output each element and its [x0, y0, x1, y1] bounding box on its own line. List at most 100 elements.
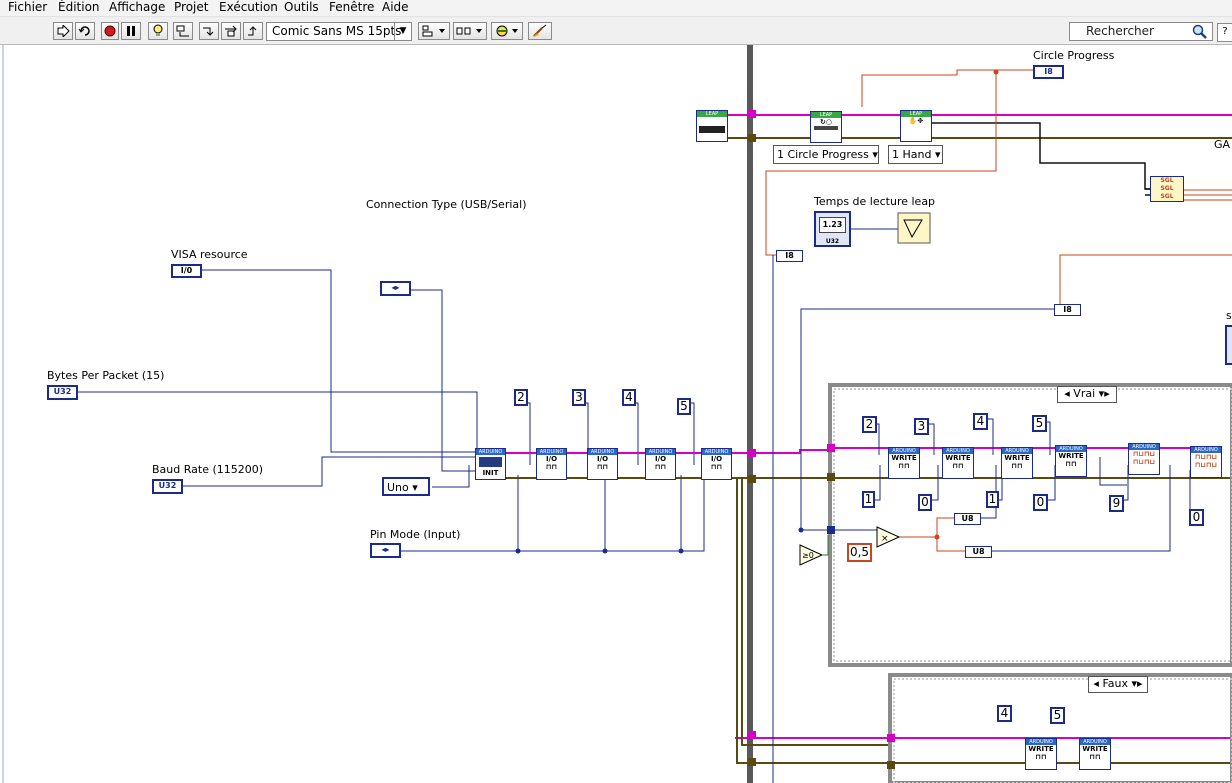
- clean-up-diagram-button[interactable]: [528, 22, 552, 40]
- pause-icon: [127, 26, 135, 36]
- arduino-init-vi[interactable]: ARDUINO INIT: [475, 448, 506, 480]
- align-objects-button[interactable]: [418, 22, 450, 40]
- menu-affichage[interactable]: Affichage: [109, 0, 165, 15]
- pin-constant-3[interactable]: 3: [572, 389, 586, 406]
- arduino-write-vi-false-2[interactable]: ARDUINO WRITE ⊓⊓: [1079, 738, 1111, 770]
- frame-separator: [747, 45, 753, 783]
- case-frame-false: [888, 673, 1232, 783]
- arduino-io-vi-4[interactable]: ARDUINO I/O ⊓⊓: [701, 448, 732, 480]
- arduino-pwm-vi-2[interactable]: ARDUINO ⊓⊔⊓⊔ ⊓⊔⊓⊔: [1190, 446, 1222, 478]
- wire-layer: × ≥0: [2, 45, 1232, 783]
- partial-indicator: [1225, 325, 1232, 365]
- visa-resource-label: VISA resource: [171, 248, 248, 261]
- visa-resource-control[interactable]: I/0: [171, 264, 202, 278]
- case-frame-true: [828, 383, 1232, 667]
- menu-execution[interactable]: Exécution: [219, 0, 278, 15]
- menu-fichier[interactable]: Fichier: [8, 0, 47, 15]
- hand-ring[interactable]: 1 Hand ▾: [888, 145, 943, 164]
- write-pin-5[interactable]: 5: [1032, 415, 1047, 432]
- arduino-write-vi-3[interactable]: ARDUINO WRITE ⊓⊓: [1001, 447, 1033, 479]
- constant-nine[interactable]: 9: [1109, 495, 1124, 512]
- run-button[interactable]: [53, 22, 73, 40]
- bytes-per-packet-control[interactable]: U32: [47, 385, 78, 400]
- pin-constant-5[interactable]: 5: [677, 398, 691, 415]
- highlight-execution-button[interactable]: [148, 22, 168, 40]
- constant-zero[interactable]: 0: [1189, 509, 1204, 526]
- chevron-down-icon: ▾: [872, 148, 878, 161]
- constant-half[interactable]: 0,5: [847, 543, 872, 562]
- leap-open-vi[interactable]: LEAP: [696, 110, 728, 142]
- arduino-write-vi-1[interactable]: ARDUINO WRITE ⊓⊓: [888, 447, 920, 479]
- pin-mode-control[interactable]: ◂▸: [370, 543, 401, 558]
- font-selector[interactable]: Comic Sans MS 15pts ▼: [266, 22, 412, 41]
- pin-constant-2[interactable]: 2: [514, 389, 528, 406]
- menu-fenetre[interactable]: Fenêtre: [329, 0, 374, 15]
- arduino-io-vi-1[interactable]: ARDUINO I/O ⊓⊓: [536, 448, 567, 480]
- reorder-icon: [496, 25, 518, 37]
- arduino-pwm-vi-1[interactable]: ARDUINO ⊓⊔⊓⊔ ⊓⊔⊓⊔: [1128, 443, 1160, 475]
- bytes-per-packet-label: Bytes Per Packet (15): [47, 369, 165, 382]
- ga-partial-label: GA: [1214, 138, 1231, 151]
- chevron-down-icon: ▾: [934, 148, 941, 161]
- menu-edition[interactable]: Édition: [58, 0, 100, 15]
- help-icon[interactable]: ?: [1217, 23, 1232, 42]
- arduino-write-vi-false-1[interactable]: ARDUINO WRITE ⊓⊓: [1025, 738, 1057, 770]
- search-icon: [1192, 24, 1207, 39]
- write-value-0a[interactable]: 0: [918, 494, 932, 511]
- pin-constant-4[interactable]: 4: [622, 389, 636, 406]
- retain-wire-values-button[interactable]: [173, 22, 193, 40]
- case-selector-faux[interactable]: ◂ Faux ▾▸: [1088, 676, 1148, 693]
- arduino-io-vi-2[interactable]: ARDUINO I/O ⊓⊓: [587, 448, 618, 480]
- sgl-bundle: SGL SGL SGL: [1150, 176, 1184, 202]
- menu-projet[interactable]: Projet: [174, 0, 208, 15]
- leap-hand-vi[interactable]: LEAP ✋✥: [900, 110, 932, 142]
- menu-outils[interactable]: Outils: [284, 0, 319, 15]
- abort-button[interactable]: [101, 22, 119, 40]
- write-pin-2[interactable]: 2: [862, 416, 877, 433]
- distribute-icon: [456, 27, 482, 35]
- broom-icon: [533, 24, 547, 37]
- circle-progress-ring[interactable]: 1 Circle Progress ▾: [773, 145, 879, 164]
- baud-rate-control[interactable]: U32: [152, 479, 183, 494]
- u8-terminal-1: U8: [954, 513, 981, 525]
- write-pin-4[interactable]: 4: [973, 413, 988, 430]
- write-pin-3[interactable]: 3: [914, 418, 929, 435]
- menu-bar: Fichier Édition Affichage Projet Exécuti…: [0, 0, 1232, 17]
- tunnels: [748, 110, 895, 769]
- search-input[interactable]: Rechercher: [1069, 22, 1213, 41]
- distribute-objects-button[interactable]: [453, 22, 487, 40]
- run-continuously-button[interactable]: [75, 22, 95, 40]
- arduino-io-vi-3[interactable]: ARDUINO I/O ⊓⊓: [645, 448, 676, 480]
- step-over-icon: [225, 25, 237, 37]
- write-value-1b[interactable]: 1: [986, 491, 999, 508]
- case-selector-vrai[interactable]: ◂ Vrai ▾▸: [1057, 386, 1117, 403]
- arduino-write-vi-2[interactable]: ARDUINO WRITE ⊓⊓: [942, 447, 974, 479]
- false-pin-5[interactable]: 5: [1050, 707, 1065, 724]
- svg-text:≥0: ≥0: [802, 551, 814, 560]
- chevron-down-icon: ▾: [1131, 677, 1138, 690]
- board-ring[interactable]: Uno ▾: [382, 477, 430, 496]
- temps-lecture-control[interactable]: 1.23 U32: [814, 211, 851, 247]
- leap-circle-vi[interactable]: LEAP ↻○: [810, 111, 842, 143]
- false-pin-4[interactable]: 4: [997, 705, 1012, 722]
- write-value-0b[interactable]: 0: [1033, 494, 1048, 511]
- step-out-button[interactable]: [243, 22, 263, 40]
- leap-wires: [930, 122, 1152, 196]
- align-icon: [422, 25, 445, 37]
- reorder-button[interactable]: [491, 22, 523, 40]
- run-continuously-icon: [78, 26, 90, 36]
- probe-icon: [176, 25, 189, 37]
- step-over-button[interactable]: [221, 22, 241, 40]
- arduino-write-vi-4[interactable]: ARDUINO WRITE ⊓⊓: [1055, 445, 1087, 477]
- connection-type-control[interactable]: ◂▸: [380, 281, 411, 296]
- write-value-1[interactable]: 1: [862, 491, 875, 508]
- step-into-button[interactable]: [199, 22, 219, 40]
- s-partial-label: s: [1226, 309, 1232, 322]
- chevron-down-icon: ▼: [394, 23, 411, 40]
- wait-function: [897, 212, 931, 244]
- connection-type-label: Connection Type (USB/Serial): [366, 198, 527, 211]
- block-diagram[interactable]: × ≥0 Connection Type (USB/Serial) VISA r…: [0, 45, 1232, 783]
- pause-button[interactable]: [121, 22, 141, 40]
- menu-aide[interactable]: Aide: [382, 0, 409, 15]
- left-wires: [78, 269, 705, 552]
